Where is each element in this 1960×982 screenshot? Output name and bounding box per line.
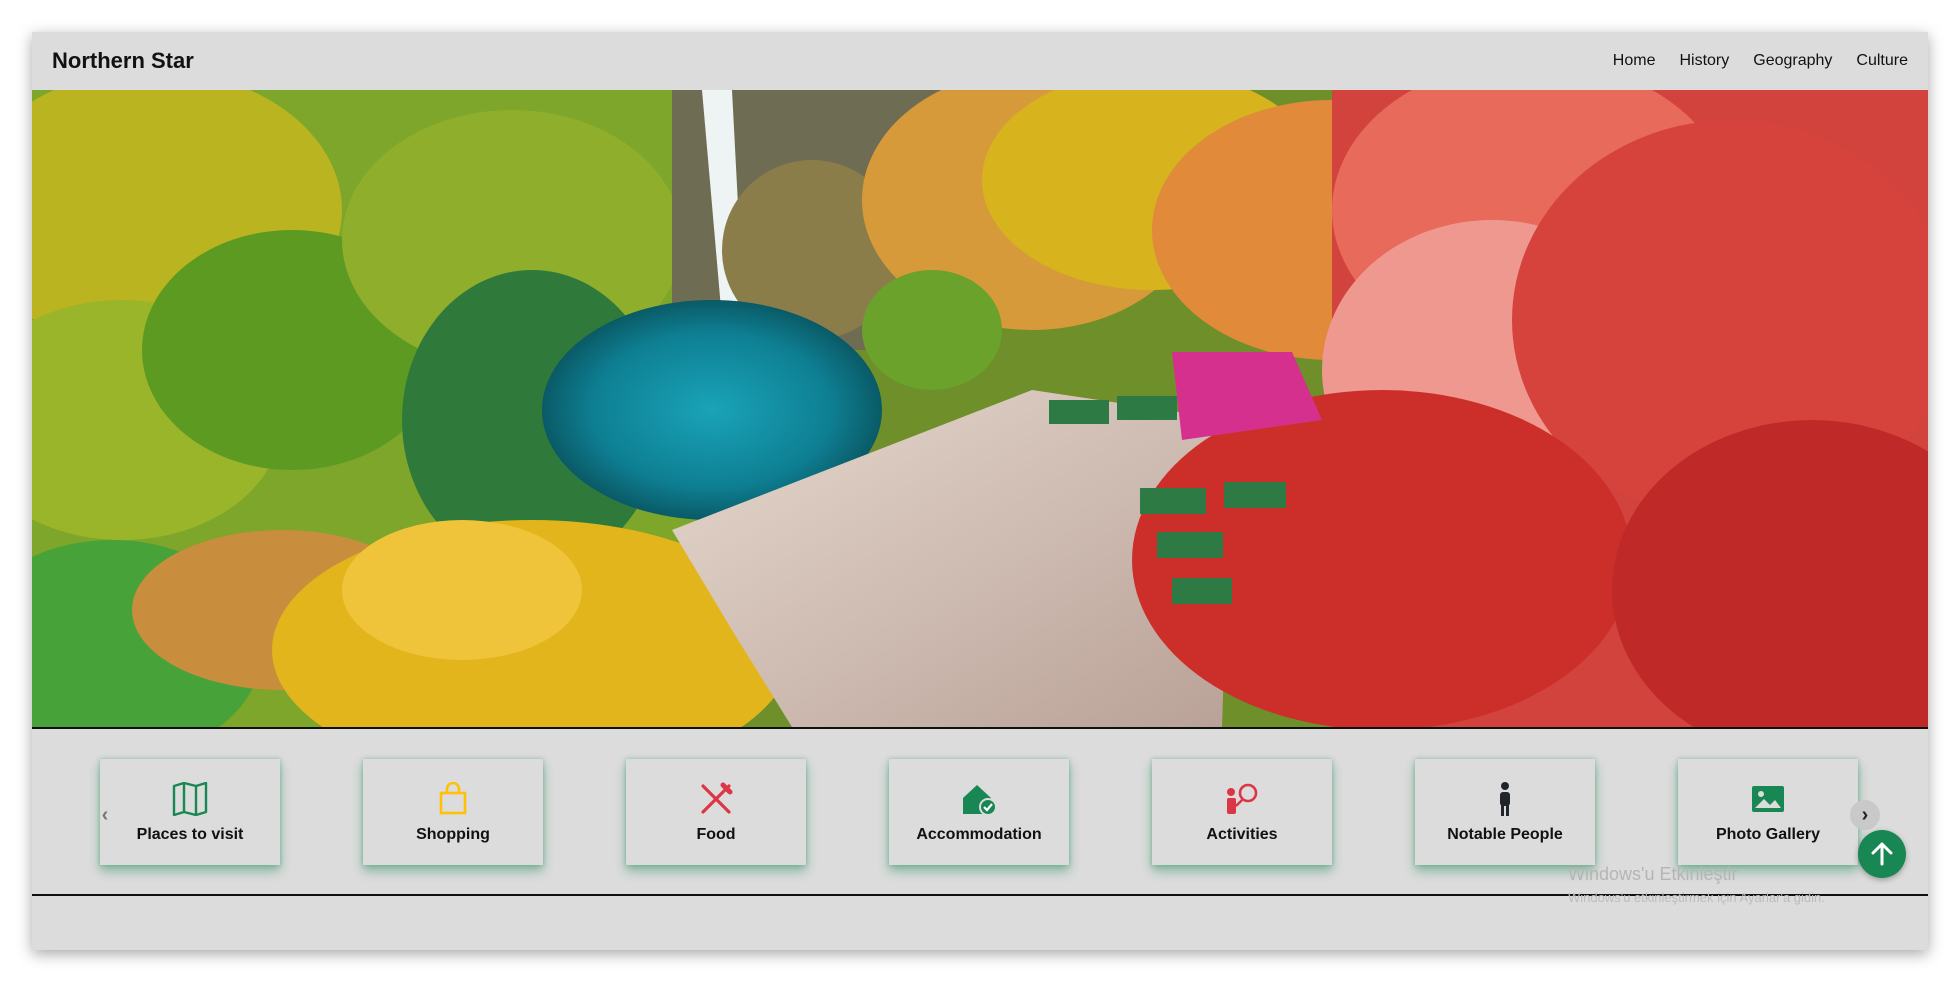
utensils-icon	[697, 780, 735, 818]
card-shopping[interactable]: Shopping	[363, 759, 543, 865]
browser-page: Northern Star Home History Geography Cul…	[32, 32, 1928, 950]
map-icon	[171, 780, 209, 818]
nav-links: Home History Geography Culture	[1613, 52, 1908, 70]
category-carousel: Places to visit Shopping Food Accommodat…	[32, 759, 1928, 871]
card-label: Accommodation	[916, 826, 1042, 843]
card-label: Notable People	[1447, 826, 1563, 843]
image-icon	[1749, 780, 1787, 818]
person-activity-icon	[1223, 780, 1261, 818]
person-standing-icon	[1486, 780, 1524, 818]
scroll-to-top-button[interactable]	[1858, 830, 1906, 878]
windows-activation-subtitle: Windows'u etkinleştirmek için Ayarlar'a …	[1568, 890, 1825, 905]
nav-link-culture[interactable]: Culture	[1856, 52, 1908, 70]
card-label: Food	[696, 826, 736, 843]
carousel-prev-button[interactable]: ‹	[90, 800, 120, 830]
card-places-to-visit[interactable]: Places to visit	[100, 759, 280, 865]
card-activities[interactable]: Activities	[1152, 759, 1332, 865]
card-photo-gallery[interactable]: Photo Gallery	[1678, 759, 1858, 865]
brand-logo[interactable]: Northern Star	[52, 48, 194, 74]
card-notable-people[interactable]: Notable People	[1415, 759, 1595, 865]
card-label: Places to visit	[136, 826, 244, 843]
card-label: Activities	[1206, 826, 1278, 843]
chevron-right-icon: ›	[1861, 803, 1869, 826]
card-accommodation[interactable]: Accommodation	[889, 759, 1069, 865]
hero-photo	[32, 90, 1928, 727]
house-check-icon	[960, 780, 998, 818]
carousel-next-button[interactable]: ›	[1850, 800, 1880, 830]
nav-link-history[interactable]: History	[1679, 52, 1729, 70]
chevron-left-icon: ‹	[101, 803, 109, 826]
card-food[interactable]: Food	[626, 759, 806, 865]
nav-link-home[interactable]: Home	[1613, 52, 1656, 70]
arrow-up-icon	[1871, 842, 1893, 866]
shopping-bag-icon	[434, 780, 472, 818]
card-label: Shopping	[416, 826, 490, 843]
nav-link-geography[interactable]: Geography	[1753, 52, 1832, 70]
windows-activation-title: Windows'u Etkinleştir	[1568, 864, 1738, 884]
hero-image	[32, 90, 1928, 729]
navbar: Northern Star Home History Geography Cul…	[32, 32, 1928, 90]
card-label: Photo Gallery	[1715, 826, 1821, 843]
